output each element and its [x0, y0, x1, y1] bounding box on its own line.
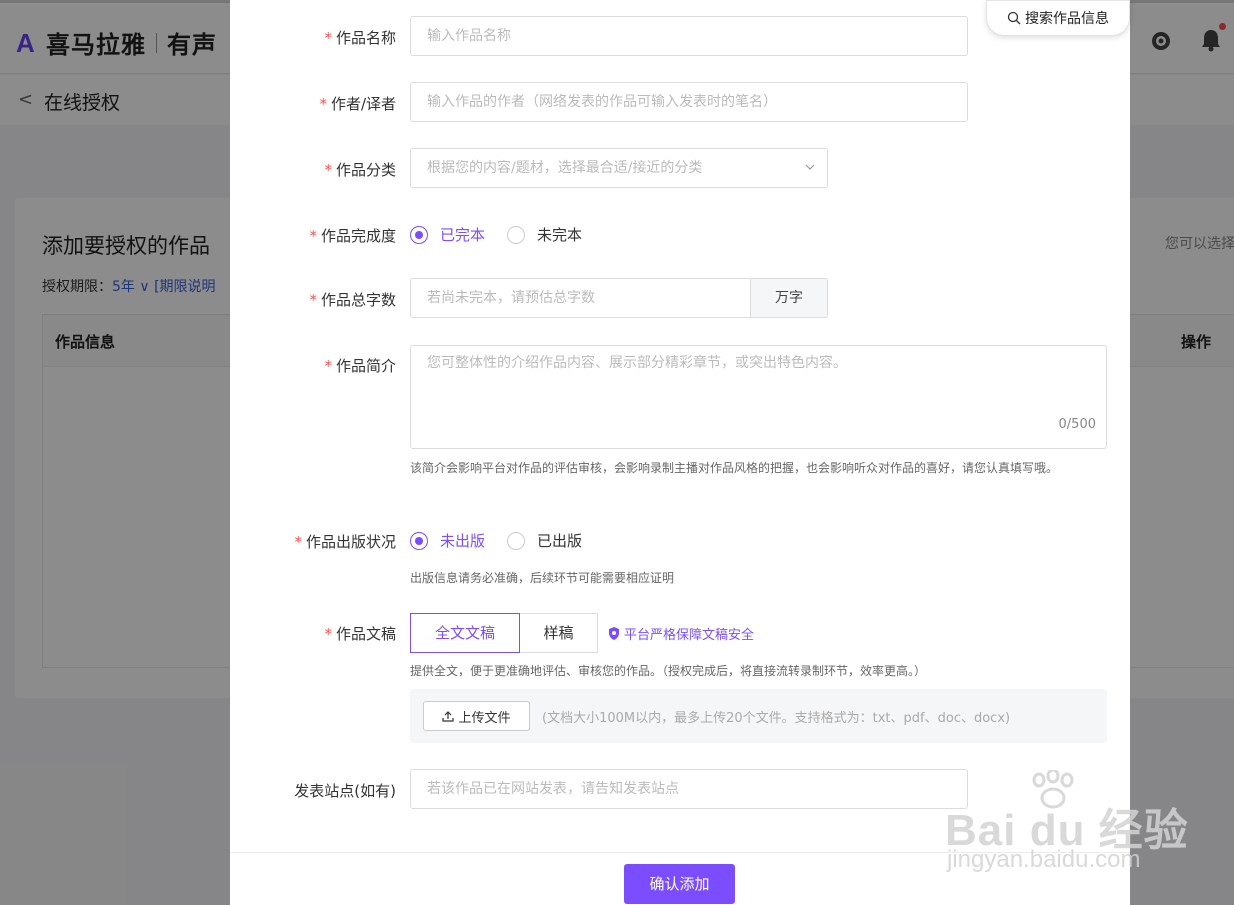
manuscript-tabs: 全文文稿 样稿: [410, 613, 598, 653]
confirm-add-button[interactable]: 确认添加: [624, 864, 735, 904]
radio-incomplete[interactable]: 未完本: [507, 224, 582, 245]
radio-dot: [410, 225, 428, 244]
search-icon: [1007, 11, 1021, 25]
publish-help-text: 出版信息请务必准确，后续环节可能需要相应证明: [410, 571, 675, 585]
field-label: * 作者/译者: [319, 95, 396, 113]
upload-file-button[interactable]: 上传文件: [423, 701, 530, 731]
publish-site-input[interactable]: 若该作品已在网站发表，请告知发表站点: [410, 769, 968, 809]
upload-icon: [442, 711, 455, 722]
radio-dot: [507, 531, 526, 550]
field-label: * 作品总字数: [309, 291, 396, 309]
category-select[interactable]: 根据您的内容/题材，选择最合适/接近的分类: [410, 148, 828, 188]
watermark-sub: jingyan.baidu.com: [947, 846, 1141, 873]
word-count-unit: 万字: [750, 278, 828, 318]
radio-dot: [410, 531, 428, 550]
search-work-button[interactable]: 搜索作品信息: [986, 0, 1130, 36]
intro-help-text: 该简介会影响平台对作品的评估审核，会影响录制主播对作品风格的把握，也会影响听众对…: [410, 461, 1059, 475]
upload-area: 上传文件 (文档大小100M以内，最多上传20个文件。支持格式为：txt、pdf…: [410, 689, 1107, 743]
field-label: * 作品文稿: [324, 625, 396, 643]
field-label: * 作品出版状况: [294, 533, 396, 551]
field-label: * 作品分类: [324, 161, 396, 179]
radio-completed[interactable]: 已完本: [410, 224, 485, 245]
radio-dot: [507, 225, 526, 244]
upload-hint: (文档大小100M以内，最多上传20个文件。支持格式为：txt、pdf、doc、…: [542, 711, 1011, 726]
publish-radio-group: 未出版 已出版: [410, 530, 582, 551]
author-input[interactable]: 输入作品的作者（网络发表的作品可输入发表时的笔名）: [410, 82, 968, 122]
char-counter: 0/500: [1058, 417, 1096, 432]
shield-icon: [609, 627, 619, 640]
field-label: * 作品名称: [324, 29, 396, 47]
security-note: 平台严格保障文稿安全: [608, 624, 754, 643]
manuscript-help-text: 提供全文，便于更准确地评估、审核您的作品。（授权完成后，将直接流转录制环节，效率…: [410, 664, 927, 678]
radio-published[interactable]: 已出版: [507, 530, 582, 551]
intro-textarea[interactable]: 您可整体性的介绍作品内容、展示部分精彩章节，或突出特色内容。 0/500: [410, 345, 1107, 449]
word-count-input[interactable]: 若尚未完本，请预估总字数: [410, 278, 751, 318]
chevron-down-icon: [805, 164, 815, 170]
field-label: 发表站点(如有): [294, 782, 396, 800]
radio-unpublished[interactable]: 未出版: [410, 530, 485, 551]
field-label: * 作品简介: [324, 357, 396, 375]
work-name-input[interactable]: 输入作品名称: [410, 16, 968, 56]
tab-full-manuscript[interactable]: 全文文稿: [410, 613, 520, 653]
tab-sample[interactable]: 样稿: [520, 613, 598, 653]
field-label: * 作品完成度: [309, 227, 396, 245]
completion-radio-group: 已完本 未完本: [410, 224, 582, 245]
add-work-modal: * 作品名称 输入作品名称 * 作者/译者 输入作品的作者（网络发表的作品可输入发表…: [230, 0, 1130, 905]
